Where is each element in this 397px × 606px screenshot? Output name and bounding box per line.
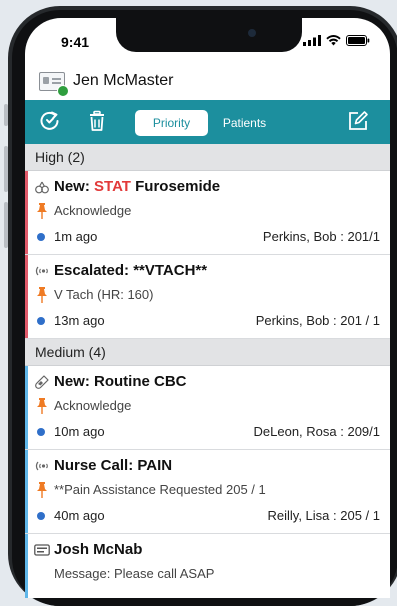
alarm-signal-icon bbox=[35, 266, 48, 276]
cellular-signal-icon bbox=[303, 35, 321, 46]
volume-down-button bbox=[4, 202, 8, 248]
app-screen: 9:41 Jen McMaster Priority Patients High… bbox=[25, 18, 390, 598]
compose-icon[interactable] bbox=[347, 110, 369, 132]
alert-patient: Reilly, Lisa : 205 / 1 bbox=[267, 508, 380, 523]
acknowledge-all-icon[interactable] bbox=[39, 110, 61, 132]
test-tube-icon bbox=[35, 375, 49, 389]
wifi-icon bbox=[326, 35, 341, 46]
tab-patients[interactable]: Patients bbox=[208, 110, 281, 136]
status-dot bbox=[37, 428, 45, 436]
status-dot bbox=[37, 512, 45, 520]
pin-icon bbox=[37, 203, 47, 219]
toolbar: Priority Patients bbox=[25, 100, 390, 144]
lab-flask-icon bbox=[35, 181, 49, 194]
alert-title: New: STAT Furosemide bbox=[54, 178, 220, 195]
message-sender: Josh McNab bbox=[54, 541, 143, 558]
notch bbox=[116, 18, 302, 52]
alert-list-item[interactable]: New: Routine CBC Acknowledge 10m ago DeL… bbox=[25, 366, 390, 450]
status-icons bbox=[303, 35, 370, 46]
volume-up-button bbox=[4, 146, 8, 192]
priority-medium-bar bbox=[25, 534, 28, 598]
alert-title-prefix: New: bbox=[54, 178, 95, 195]
alert-time: 13m ago bbox=[54, 313, 105, 328]
tab-priority[interactable]: Priority bbox=[135, 110, 208, 136]
message-card-icon bbox=[34, 544, 50, 556]
status-time: 9:41 bbox=[61, 34, 90, 50]
message-preview: Message: Please call ASAP bbox=[54, 566, 215, 581]
alert-title: Nurse Call: PAIN bbox=[54, 457, 173, 474]
front-camera bbox=[248, 29, 256, 37]
pin-icon bbox=[37, 398, 47, 414]
alert-subtitle: **Pain Assistance Requested 205 / 1 bbox=[54, 482, 266, 497]
user-header: Jen McMaster bbox=[25, 68, 390, 100]
section-header-high: High (2) bbox=[25, 144, 390, 171]
priority-medium-bar bbox=[25, 366, 28, 449]
alert-time: 40m ago bbox=[54, 508, 105, 523]
alert-list-item[interactable]: New: STAT Furosemide Acknowledge 1m ago … bbox=[25, 171, 390, 255]
pin-icon bbox=[37, 482, 47, 498]
alert-list-item[interactable]: Nurse Call: PAIN **Pain Assistance Reque… bbox=[25, 450, 390, 534]
alarm-signal-icon bbox=[35, 461, 48, 471]
status-dot bbox=[37, 317, 45, 325]
alert-subtitle: Acknowledge bbox=[54, 203, 132, 218]
alert-title: New: Routine CBC bbox=[54, 373, 187, 390]
pin-icon bbox=[37, 287, 47, 303]
mute-switch bbox=[4, 104, 8, 126]
alert-title: Escalated: **VTACH** bbox=[54, 262, 208, 279]
priority-high-bar bbox=[25, 171, 28, 254]
priority-medium-bar bbox=[25, 450, 28, 533]
alert-time: 10m ago bbox=[54, 424, 105, 439]
section-label: Medium (4) bbox=[35, 344, 106, 360]
trash-icon[interactable] bbox=[86, 110, 108, 132]
section-header-medium: Medium (4) bbox=[25, 339, 390, 366]
message-list-item[interactable]: Josh McNab Message: Please call ASAP bbox=[25, 534, 390, 598]
view-segmented-control: Priority Patients bbox=[135, 110, 281, 136]
user-name: Jen McMaster bbox=[73, 72, 174, 89]
alert-patient: Perkins, Bob : 201 / 1 bbox=[255, 313, 380, 328]
alert-title-rest: Furosemide bbox=[130, 178, 221, 195]
alert-time: 1m ago bbox=[54, 229, 98, 244]
alert-patient: DeLeon, Rosa : 209/1 bbox=[253, 424, 380, 439]
priority-high-bar bbox=[25, 255, 28, 338]
alert-patient: Perkins, Bob : 201/1 bbox=[262, 229, 380, 244]
stat-label: STAT bbox=[94, 178, 131, 195]
alert-list-item[interactable]: Escalated: **VTACH** V Tach (HR: 160) 13… bbox=[25, 255, 390, 339]
status-dot bbox=[37, 233, 45, 241]
online-status-indicator bbox=[57, 85, 69, 97]
section-label: High (2) bbox=[35, 149, 85, 165]
alert-subtitle: Acknowledge bbox=[54, 398, 132, 413]
battery-icon bbox=[346, 35, 370, 46]
alert-subtitle: V Tach (HR: 160) bbox=[54, 287, 154, 302]
